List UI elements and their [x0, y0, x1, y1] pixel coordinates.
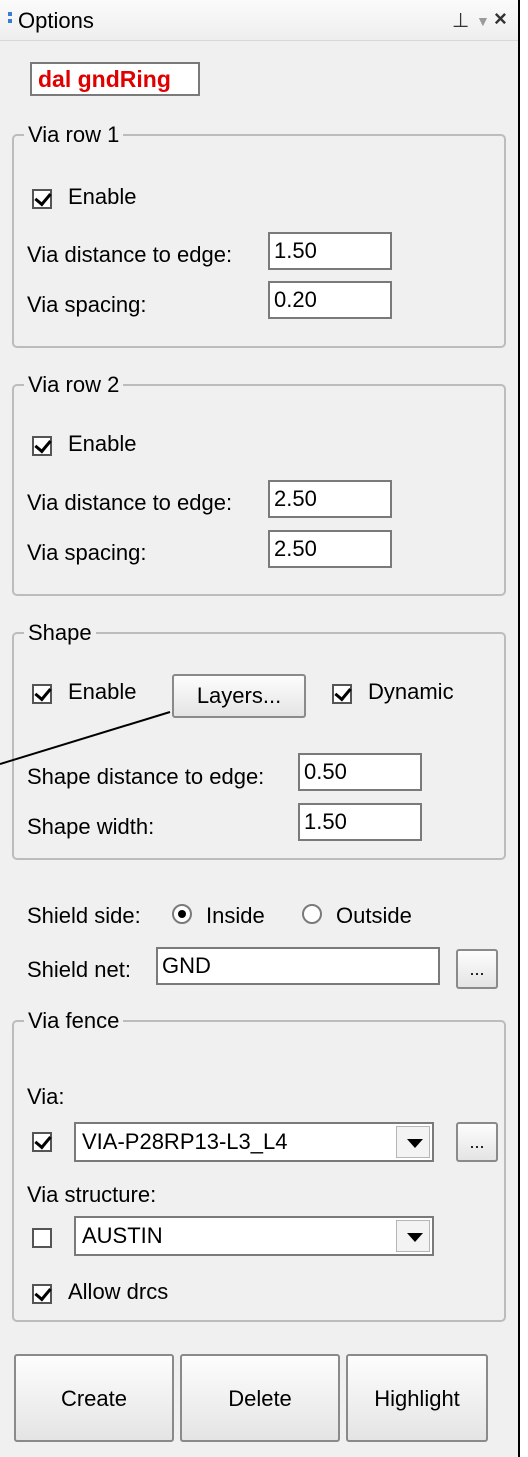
- callout-leader-line: [0, 711, 171, 765]
